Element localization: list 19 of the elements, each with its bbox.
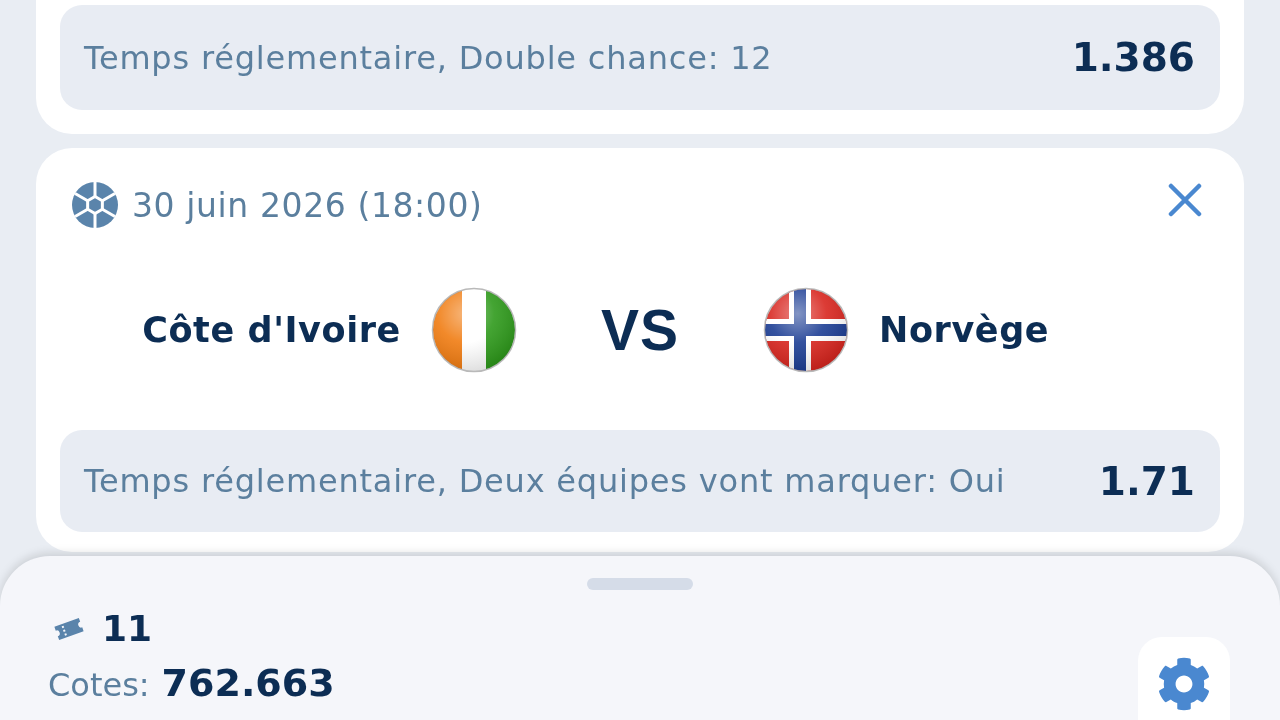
team-name: Norvège	[879, 310, 1050, 350]
drag-handle[interactable]	[587, 578, 693, 590]
match-date: 30 juin 2026 (18:00)	[132, 185, 483, 225]
close-button[interactable]	[1168, 183, 1202, 217]
bet-count: 11	[102, 608, 153, 649]
odds-text: 1.386	[1071, 35, 1195, 80]
market-text: Temps réglementaire, Deux équipes vont marquer: Oui	[84, 462, 1006, 500]
vs-label: VS	[600, 301, 679, 359]
market-text: Temps réglementaire, Double chance: 12	[84, 38, 773, 77]
close-icon	[1168, 183, 1202, 217]
settings-button[interactable]	[1138, 637, 1230, 720]
team-name: Côte d'Ivoire	[142, 310, 401, 350]
odds-label: Cotes:	[48, 666, 150, 704]
nordic-cross-flag-icon	[763, 287, 849, 373]
settings-icon	[1157, 657, 1211, 711]
soccer-ball-icon	[72, 182, 118, 228]
total-odds: 762.663	[161, 661, 335, 705]
tricolor-flag-icon	[430, 287, 517, 373]
odds-text: 1.71	[1098, 458, 1195, 504]
